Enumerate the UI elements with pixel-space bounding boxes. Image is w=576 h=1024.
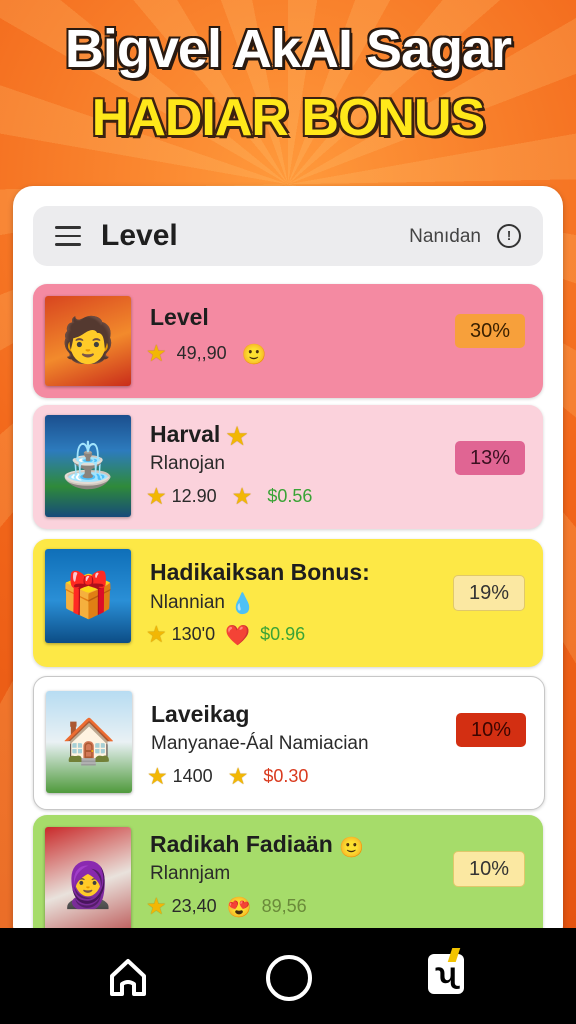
card-value: $0.30 — [263, 766, 309, 786]
banner-subtitle: HADIAR BONUS — [91, 89, 485, 147]
card-subtitle: Rlannjam — [150, 863, 231, 884]
card-subtitle-text: Nlannian — [150, 592, 225, 613]
smiley-icon: 🙂 — [241, 344, 267, 366]
card-rating: 49,,90 — [176, 343, 227, 363]
app-bar: Level Nanıdan ! — [33, 206, 543, 266]
card-title-text: Radikah Fadiaän — [150, 831, 333, 857]
level-card[interactable]: 🧑 Level ★ 49,,90 🙂 30% — [33, 284, 543, 398]
card-subtitle: Rlanojan — [150, 453, 225, 474]
level-thumbnail: 🎁 — [45, 549, 131, 643]
circle-home-button-icon[interactable] — [266, 955, 312, 1001]
card-title: Harval ★ — [150, 421, 247, 450]
star-icon: ★ — [146, 893, 167, 919]
star-icon: ★ — [231, 483, 253, 509]
star-icon: ★ — [146, 621, 167, 647]
card-value: 89,56 — [261, 896, 307, 916]
card-stats: ★ 130'0 ❤️ $0.96 — [146, 621, 305, 648]
level-thumbnail: 🧑 — [45, 296, 131, 386]
card-rating: 23,40 — [171, 896, 217, 916]
person-icon: 🧑 — [60, 316, 116, 365]
card-rating: 130'0 — [171, 624, 216, 644]
percent-badge: 19% — [453, 575, 525, 611]
fountain-icon: ⛲ — [60, 441, 116, 490]
level-thumbnail: ⛲ — [45, 415, 131, 517]
card-title: Radikah Fadiaän 🙂 — [150, 831, 364, 860]
level-card[interactable]: 🏠 Laveikag Manyanae-Áal Namiacian ★ 1400… — [33, 676, 545, 810]
levels-panel: Level Nanıdan ! 🧑 Level ★ 49,,90 🙂 30% ⛲… — [13, 186, 563, 946]
card-rating: 1400 — [172, 766, 213, 786]
face-icon: 😍 — [226, 897, 252, 919]
card-stats: ★ 49,,90 🙂 — [146, 340, 267, 367]
card-rating: 12.90 — [171, 486, 217, 506]
appbar-right-label[interactable]: Nanıdan — [409, 226, 481, 248]
page-title: Level — [101, 219, 178, 252]
card-value: $0.96 — [260, 624, 306, 644]
level-card[interactable]: 🧕 Radikah Fadiaän 🙂 Rlannjam ★ 23,40 😍 8… — [33, 815, 543, 946]
card-value: $0.56 — [267, 486, 313, 506]
card-title-text: Harval — [150, 421, 221, 447]
percent-badge: 13% — [455, 441, 525, 475]
game-box-icon: 🎁 — [60, 571, 116, 620]
card-subtitle: Nlannian 💧 — [150, 591, 255, 616]
star-icon: ★ — [226, 423, 248, 449]
star-icon: ★ — [146, 483, 167, 509]
person-phone-icon: 🧕 — [60, 861, 116, 910]
percent-badge: 10% — [456, 713, 526, 747]
star-icon: ★ — [146, 340, 167, 366]
percent-badge: 10% — [453, 851, 525, 887]
star-icon: ★ — [227, 763, 249, 789]
smiley-icon: 🙂 — [339, 837, 365, 859]
star-icon: ★ — [147, 763, 168, 789]
level-thumbnail: 🏠 — [46, 691, 132, 793]
home-icon[interactable] — [108, 956, 148, 998]
percent-badge: 30% — [455, 314, 525, 348]
banner-title: Bigvel AkAI Sagar — [64, 19, 512, 79]
promo-banner: Bigvel AkAI Sagar HADIAR BONUS — [0, 0, 576, 180]
card-subtitle: Manyanae-Áal Namiacian — [151, 733, 369, 754]
heart-icon: ❤️ — [225, 625, 251, 647]
card-title: Laveikag — [151, 701, 250, 727]
level-card[interactable]: ⛲ Harval ★ Rlanojan ★ 12.90 ★ $0.56 13% — [33, 405, 543, 529]
house-icon: 🏠 — [61, 717, 117, 766]
level-card[interactable]: 🎁 Hadikaiksan Bonus: Nlannian 💧 ★ 130'0 … — [33, 539, 543, 667]
card-stats: ★ 23,40 😍 89,56 — [146, 893, 307, 920]
info-circle-icon[interactable]: ! — [497, 224, 521, 248]
card-title: Level — [150, 304, 209, 330]
card-stats: ★ 12.90 ★ $0.56 — [146, 483, 312, 510]
card-title: Hadikaiksan Bonus: — [150, 559, 370, 585]
app-switcher-icon[interactable]: ʯ — [428, 948, 464, 994]
leaf-drop-icon: 💧 — [230, 593, 256, 615]
system-nav-bar: ʯ — [0, 928, 576, 1024]
card-stats: ★ 1400 ★ $0.30 — [147, 763, 308, 790]
hamburger-menu-icon[interactable] — [55, 226, 81, 246]
